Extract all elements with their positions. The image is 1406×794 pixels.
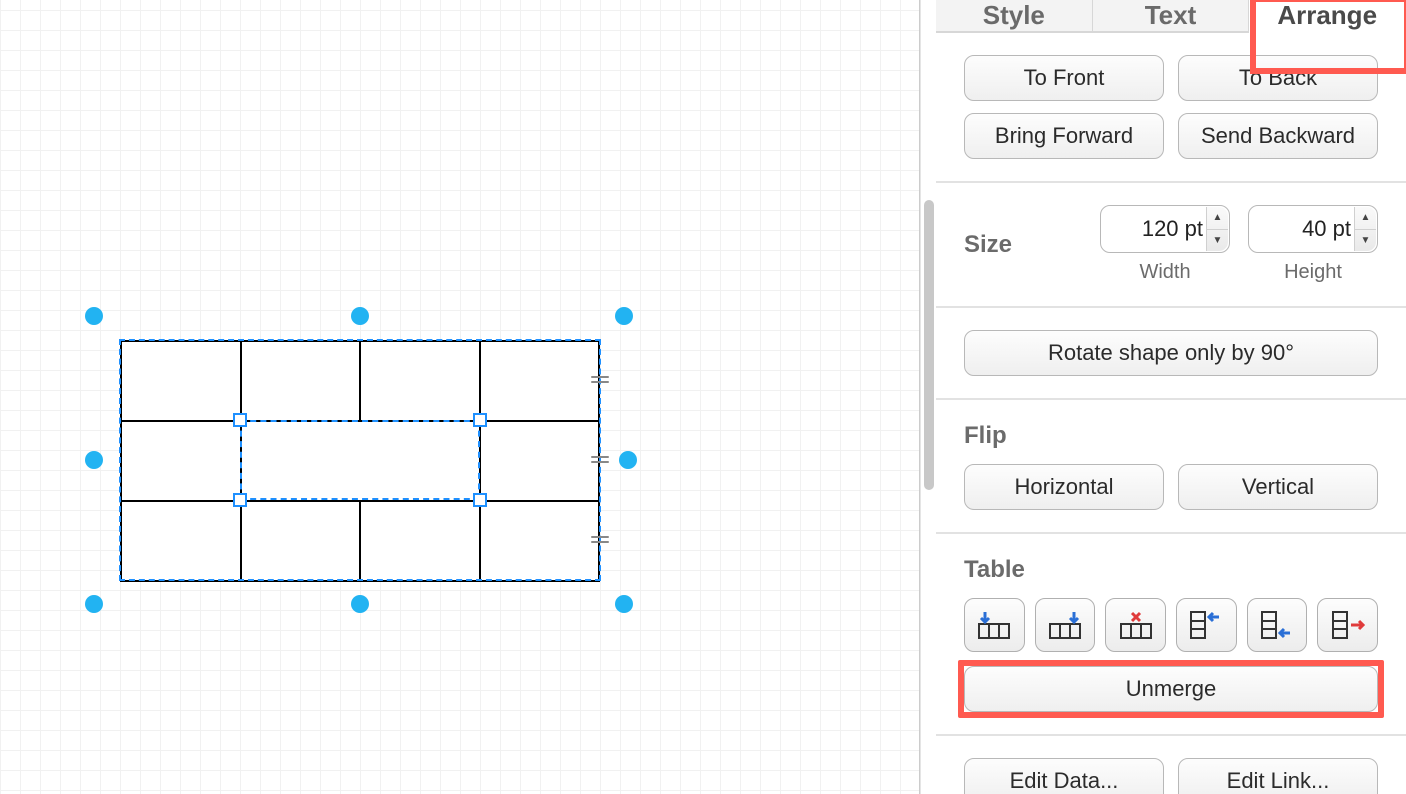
flip-horizontal-button[interactable]: Horizontal [964, 464, 1164, 510]
canvas[interactable] [0, 0, 920, 794]
tab-arrange[interactable]: Arrange [1249, 0, 1406, 33]
cell-selection-handle[interactable] [233, 493, 247, 507]
width-value: 120 pt [1142, 216, 1203, 242]
selection-handle[interactable] [85, 451, 103, 469]
width-stepper[interactable]: ▲▼ [1206, 207, 1228, 251]
table-shape[interactable] [120, 340, 600, 582]
height-stepper[interactable]: ▲▼ [1354, 207, 1376, 251]
canvas-vertical-scrollbar[interactable] [920, 0, 936, 794]
section-size: Size 120 pt ▲▼ Width 40 pt ▲▼ Height [936, 183, 1406, 308]
delete-row-button[interactable] [1317, 598, 1378, 652]
section-ordering: To Front To Back Bring Forward Send Back… [936, 33, 1406, 183]
insert-row-above-button[interactable] [1176, 598, 1237, 652]
section-rotate: Rotate shape only by 90° [936, 308, 1406, 400]
table-tool-row [964, 598, 1378, 652]
cell-selection-handle[interactable] [473, 493, 487, 507]
insert-column-left-icon [977, 610, 1011, 640]
table-label: Table [964, 556, 1378, 584]
send-backward-button[interactable]: Send Backward [1178, 113, 1378, 159]
rotate-90-button[interactable]: Rotate shape only by 90° [964, 330, 1378, 376]
insert-row-below-icon [1260, 610, 1294, 640]
delete-row-icon [1331, 610, 1365, 640]
selection-handle[interactable] [85, 307, 103, 325]
height-input[interactable]: 40 pt ▲▼ [1248, 205, 1378, 253]
delete-column-icon [1119, 610, 1153, 640]
cell-selection-handle[interactable] [473, 413, 487, 427]
unmerge-button[interactable]: Unmerge [964, 666, 1378, 712]
section-edit: Edit Data... Edit Link... [936, 736, 1406, 794]
insert-row-below-button[interactable] [1247, 598, 1308, 652]
selection-handle[interactable] [351, 307, 369, 325]
selection-handle[interactable] [351, 595, 369, 613]
tab-style[interactable]: Style [936, 0, 1093, 31]
flip-label: Flip [964, 422, 1378, 450]
selection-handle[interactable] [85, 595, 103, 613]
to-front-button[interactable]: To Front [964, 55, 1164, 101]
format-panel: Style Text Arrange To Front To Back Brin… [936, 0, 1406, 794]
height-sublabel: Height [1248, 261, 1378, 284]
delete-column-button[interactable] [1105, 598, 1166, 652]
tab-text[interactable]: Text [1093, 0, 1250, 31]
selection-handle[interactable] [615, 595, 633, 613]
flip-vertical-button[interactable]: Vertical [1178, 464, 1378, 510]
row-resize-handle[interactable] [591, 456, 609, 464]
edit-data-button[interactable]: Edit Data... [964, 758, 1164, 794]
size-label: Size [964, 231, 1082, 259]
panel-tabs: Style Text Arrange [936, 0, 1406, 33]
height-value: 40 pt [1302, 216, 1351, 242]
row-resize-handle[interactable] [591, 376, 609, 384]
insert-column-right-button[interactable] [1035, 598, 1096, 652]
insert-column-left-button[interactable] [964, 598, 1025, 652]
edit-link-button[interactable]: Edit Link... [1178, 758, 1378, 794]
bring-forward-button[interactable]: Bring Forward [964, 113, 1164, 159]
selection-handle[interactable] [619, 451, 637, 469]
width-input[interactable]: 120 pt ▲▼ [1100, 205, 1230, 253]
width-sublabel: Width [1100, 261, 1230, 284]
section-table: Table [936, 534, 1406, 736]
section-flip: Flip Horizontal Vertical [936, 400, 1406, 534]
row-resize-handle[interactable] [591, 536, 609, 544]
insert-row-above-icon [1189, 610, 1223, 640]
insert-column-right-icon [1048, 610, 1082, 640]
cell-selection-handle[interactable] [233, 413, 247, 427]
selection-handle[interactable] [615, 307, 633, 325]
to-back-button[interactable]: To Back [1178, 55, 1378, 101]
scrollbar-thumb[interactable] [924, 200, 934, 490]
